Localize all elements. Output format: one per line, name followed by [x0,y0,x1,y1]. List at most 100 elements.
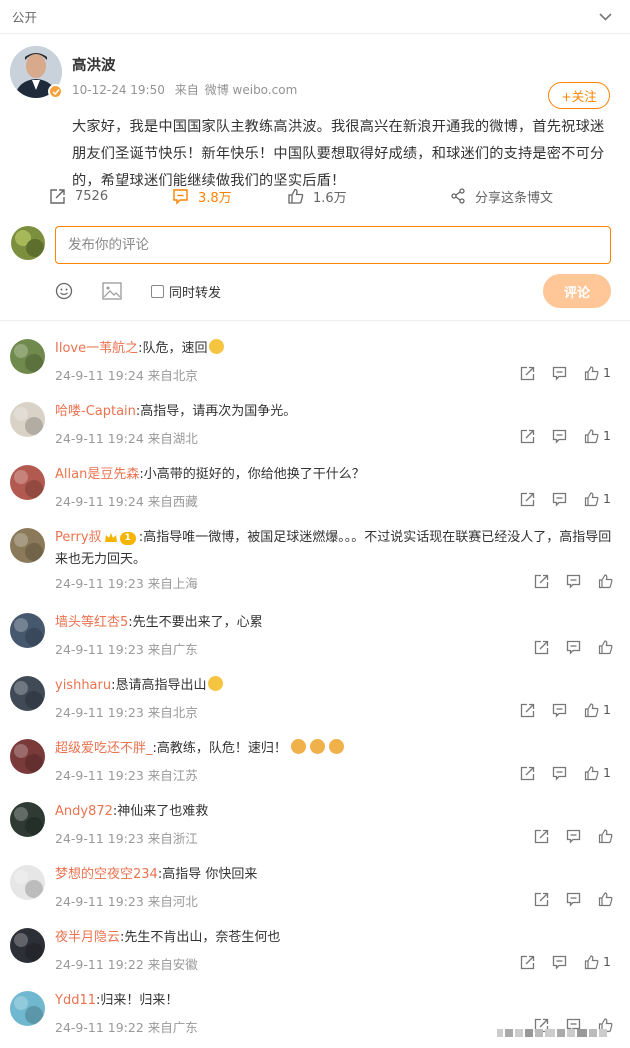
repost-icon[interactable] [518,701,536,719]
comment-icon[interactable] [564,890,582,908]
like-action[interactable]: 1.6万 [287,184,347,208]
comment-location: 来自广东 [147,642,198,657]
commenter-avatar[interactable] [10,676,45,711]
comment-text: 归来！归来！ [100,993,179,1008]
comment-time: 24-9-11 19:22 [55,957,144,972]
comment-icon[interactable] [550,364,568,382]
comment-time: 24-9-11 19:23 [55,768,144,783]
forward-toggle[interactable]: 同时转发 [151,282,221,301]
comment-icon[interactable] [550,764,568,782]
thumbs-up-icon[interactable] [596,638,614,656]
comment-text: 高教练，队危！速归！ [156,741,287,756]
commenter-avatar[interactable] [10,739,45,774]
repost-icon[interactable] [532,827,550,845]
commenter-name[interactable]: Ilove一苇航之 [55,341,138,356]
commenter-name[interactable]: Andy872 [55,804,113,819]
commenter-avatar[interactable] [10,465,45,500]
commenter-name[interactable]: Ydd11 [55,993,96,1008]
thumbs-up-icon[interactable] [582,764,600,782]
commenter-avatar[interactable] [10,528,45,563]
share-icon [451,188,465,204]
share-action[interactable]: 分享这条博文 [450,184,553,208]
comment-location: 来自浙江 [147,831,198,846]
comment-meta: 24-9-11 19:22 来自安徽 [55,954,202,973]
comment-input[interactable] [55,226,611,264]
thumbs-up-icon [288,188,304,204]
repost-icon[interactable] [532,638,550,656]
repost-icon[interactable] [518,427,536,445]
comment-icon[interactable] [564,572,582,590]
comment-time: 24-9-11 19:23 [55,642,144,657]
commenter-name[interactable]: yishharu [55,678,111,693]
comment-icon[interactable] [550,701,568,719]
commenter-name[interactable]: Perry叔 [55,530,102,545]
comment-text: 先生不要出来了，心累 [132,615,263,630]
commenter-avatar[interactable] [10,339,45,374]
thumbs-up-icon[interactable] [582,490,600,508]
comment-icon[interactable] [550,953,568,971]
weibo-post: 高洪波 10-12-24 19:50 来自 微博 weibo.com +关注 大家… [0,34,630,189]
emoji-icon [208,339,224,354]
comment-time: 24-9-11 19:23 [55,831,144,846]
comment-body: Ilove一苇航之:队危，速回 [55,338,615,360]
comment-icon[interactable] [550,427,568,445]
comment-text: 高指导唯一微博，被国足球迷燃爆。。。不过说实话现在联赛已经没人了，高指导回来也无… [55,530,612,567]
emoji-icon[interactable] [55,282,73,304]
commenter-avatar[interactable] [10,991,45,1026]
comment-like-count: 1 [603,491,611,506]
thumbs-up-icon[interactable] [582,953,600,971]
comment-meta: 24-9-11 19:24 来自北京 [55,365,202,384]
comment-location: 来自安徽 [147,957,198,972]
follow-button[interactable]: +关注 [548,82,610,109]
commenter-name[interactable]: Allan是豆先森 [55,467,139,482]
forward-checkbox[interactable] [151,285,164,298]
thumbs-up-icon[interactable] [596,572,614,590]
comment-text: 恳请高指导出山 [115,678,207,693]
comment-action[interactable]: 3.8万 [172,184,232,208]
flex-emoji-icon [290,739,306,754]
repost-icon[interactable] [532,572,550,590]
image-icon[interactable] [102,282,122,304]
comment-meta: 24-9-11 19:24 来自西藏 [55,491,202,510]
comment-time: 24-9-11 19:23 [55,576,144,591]
comment-icon[interactable] [564,638,582,656]
commenter-name[interactable]: 墙头等红杏5 [55,615,128,630]
thumbs-up-icon[interactable] [582,364,600,382]
repost-icon [50,188,65,204]
repost-icon[interactable] [518,764,536,782]
commenter-name[interactable]: 夜半月隐云 [55,930,120,945]
commenter-avatar[interactable] [10,865,45,900]
top-bar: 公开 [0,0,630,34]
comment-body: Allan是豆先森:小高带的挺好的，你给他换了干什么？ [55,467,365,482]
comment-actions [532,890,630,908]
commenter-avatar[interactable] [10,928,45,963]
post-time[interactable]: 10-12-24 19:50 [72,83,165,97]
comment-location: 来自西藏 [147,494,198,509]
comment-icon[interactable] [564,827,582,845]
comment-time: 24-9-11 19:22 [55,1020,144,1035]
commenter-avatar[interactable] [10,802,45,837]
comment-actions [532,638,630,656]
repost-icon[interactable] [518,490,536,508]
comment-icon[interactable] [550,490,568,508]
submit-comment-button[interactable]: 评论 [543,274,611,308]
repost-icon[interactable] [532,890,550,908]
commenter-name[interactable]: 超级爱吃还不胖_ [55,741,153,756]
commenter-name[interactable]: 梦想的空夜空234 [55,867,158,882]
thumbs-up-icon[interactable] [596,827,614,845]
comment-text: 先生不肯出山，奈苍生何也 [124,930,281,945]
comment-meta: 24-9-11 19:23 来自北京 [55,702,202,721]
commenter-avatar[interactable] [10,402,45,437]
repost-icon[interactable] [518,953,536,971]
crown-badge-icon: 1 [104,531,136,545]
commenter-name[interactable]: 哈喽-Captain [55,404,136,419]
thumbs-up-icon[interactable] [582,427,600,445]
commenter-avatar[interactable] [10,613,45,648]
chevron-down-icon[interactable] [598,10,612,24]
comment-location: 来自河北 [147,894,198,909]
repost-action[interactable]: 7526 [49,184,108,208]
repost-icon[interactable] [518,364,536,382]
author-name[interactable]: 高洪波 [72,54,116,75]
thumbs-up-icon[interactable] [596,890,614,908]
thumbs-up-icon[interactable] [582,701,600,719]
